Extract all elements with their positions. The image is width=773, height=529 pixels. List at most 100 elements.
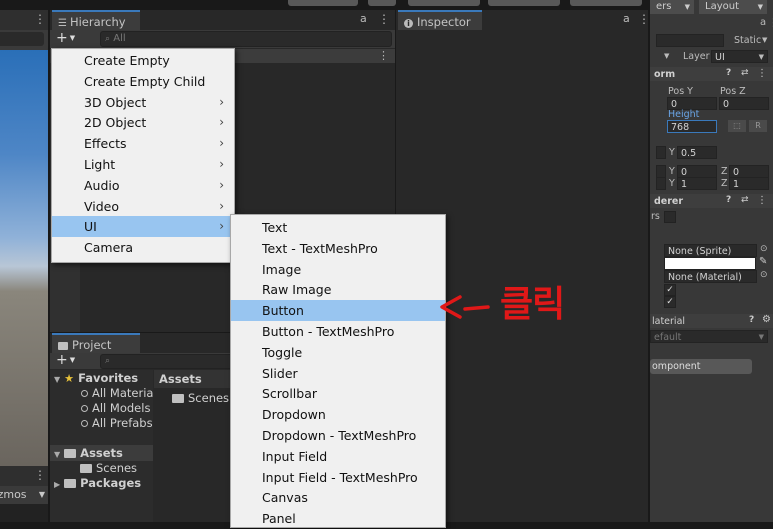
toolbar-account-button[interactable] [408,0,480,6]
scene-row-more-icon[interactable]: ⋮ [378,49,389,62]
scene-search-field[interactable] [0,32,44,46]
layout-dropdown[interactable]: Layout ▼ [699,0,767,14]
name-field[interactable] [656,34,724,47]
project-add-button[interactable]: + ▼ [56,352,75,368]
favorites-all-models[interactable]: All Models [81,401,150,416]
context-menu-item[interactable]: Create Empty [52,50,234,71]
ui-submenu-item[interactable]: Button - TextMeshPro [231,321,445,342]
tab-inspector[interactable]: i Inspector [398,10,482,30]
scenes-grid-item[interactable]: Scenes [172,391,229,406]
pivot-x-field[interactable] [656,146,666,159]
context-menu-item[interactable]: UI › [52,216,234,238]
favorites-all-materials[interactable]: All Materia [81,386,153,401]
scene-viewport[interactable] [0,50,48,466]
ui-submenu-item[interactable]: Raw Image [231,279,445,300]
hierarchy-search-field[interactable]: ⌕ All [100,31,392,47]
add-component-button[interactable]: omponent [650,359,752,374]
rot-y-label: Y [669,166,675,177]
height-field[interactable]: 768 [667,120,717,133]
tab-project[interactable]: Project [52,333,140,353]
inspector-lock-icon[interactable]: a [623,12,630,25]
pos-z-field[interactable]: 0 [719,97,769,110]
help-icon[interactable]: ? [726,68,731,78]
layer-dropdown[interactable]: UI ▼ [711,50,768,63]
scene-more-icon[interactable]: ⋮ [34,12,46,26]
ui-submenu-item[interactable]: Input Field - TextMeshPro [231,467,445,488]
tag-chevron-down-icon[interactable]: ▼ [664,52,669,60]
component-more-icon[interactable]: ⋮ [757,68,767,79]
renderer-settings-icon[interactable]: ⇄ [741,195,749,205]
hierarchy-lock-icon[interactable]: a [360,12,367,25]
color-swatch[interactable] [664,257,756,270]
blueprint-button[interactable]: ⬚ [728,120,746,132]
ui-submenu-item[interactable]: Slider [231,363,445,384]
scale-x-field[interactable] [656,177,666,190]
sprite-picker-icon[interactable]: ⊙ [760,244,768,254]
toolbar-layout-button[interactable] [570,0,642,6]
pivot-y-field[interactable]: 0.5 [677,146,717,159]
gizmos-dropdown[interactable]: Gizmos ▼ [0,486,48,504]
context-menu-item[interactable]: Audio › [52,175,234,196]
context-menu-item-label: Audio [84,177,120,193]
ui-submenu-item[interactable]: Input Field [231,446,445,467]
scenes-grid-label: Scenes [188,391,230,405]
renderer-help-icon[interactable]: ? [726,195,731,205]
static-chevron-down-icon[interactable]: ▼ [762,36,767,44]
ui-submenu-item[interactable]: Dropdown [231,404,445,425]
context-menu-item[interactable]: Create Empty Child [52,71,234,92]
ui-submenu-item[interactable]: Scrollbar [231,383,445,404]
shader-dropdown[interactable]: efault ▼ [650,330,768,343]
folder-icon [172,394,184,403]
hierarchy-more-icon[interactable]: ⋮ [378,12,390,26]
renderer-header: derer [654,196,684,207]
right-lock-icon[interactable]: a [760,17,766,28]
favorites-all-prefabs[interactable]: All Prefabs [81,416,153,431]
material-gear-icon[interactable]: ⚙ [762,314,771,325]
toolbar-layers-button[interactable] [488,0,560,6]
scenes-folder-item[interactable]: Scenes [80,461,137,476]
sprite-field[interactable]: None (Sprite) [664,244,757,257]
eyedropper-icon[interactable]: ✎ [759,256,767,267]
tab-hierarchy[interactable]: ☰ Hierarchy [52,10,140,30]
cull-checkbox[interactable] [664,211,676,223]
ui-submenu-item[interactable]: Toggle [231,342,445,363]
context-menu-item[interactable]: Video › [52,196,234,217]
settings-sliders-icon[interactable]: ⇄ [741,68,749,78]
folder-icon [64,479,77,488]
scale-z-field[interactable]: 1 [729,177,769,190]
raw-edit-button[interactable]: R [749,120,767,132]
material-help-icon[interactable]: ? [749,315,754,325]
favorites-item[interactable]: ▼ ★ Favorites [54,371,138,386]
layers-dropdown[interactable]: ers ▼ [650,0,694,14]
toolbar-collab-button[interactable] [288,0,358,6]
context-menu-item[interactable]: Light › [52,154,234,175]
scale-y-field[interactable]: 1 [677,177,717,190]
toolbar-cloud-button[interactable] [368,0,396,6]
ui-submenu-item[interactable]: Button [231,300,445,322]
search-icon [81,390,88,397]
game-more-icon[interactable]: ⋮ [34,468,46,482]
ui-submenu-item[interactable]: Dropdown - TextMeshPro [231,425,445,446]
ui-submenu-item[interactable]: Panel [231,508,445,529]
hierarchy-add-button[interactable]: + ▼ [56,30,75,47]
context-menu-item[interactable]: 3D Object › [52,92,234,113]
context-menu-item[interactable]: Camera [52,237,234,258]
packages-folder-item[interactable]: ▶ Packages [54,476,141,491]
maskable-checkbox[interactable]: ✓ [664,296,676,308]
ui-submenu-item[interactable]: Canvas [231,487,445,508]
raycast-checkbox[interactable]: ✓ [664,284,676,296]
ui-submenu-item[interactable]: Text [231,217,445,238]
material-field[interactable]: None (Material) [664,270,757,283]
context-menu-item[interactable]: 2D Object › [52,112,234,133]
assets-breadcrumb[interactable]: Assets [159,372,202,387]
context-menu-item[interactable]: Effects › [52,133,234,154]
ui-submenu-item-label: Text - TextMeshPro [262,240,378,256]
renderer-more-icon[interactable]: ⋮ [757,195,767,206]
assets-folder-item[interactable]: ▼ Assets [54,446,123,461]
expand-arrow-icon: ▶ [54,480,61,489]
right-more-icon[interactable]: ⋮ [768,16,773,29]
inspector-more-icon[interactable]: ⋮ [638,12,650,26]
ui-submenu-item[interactable]: Text - TextMeshPro [231,238,445,259]
material-picker-icon[interactable]: ⊙ [760,270,768,280]
ui-submenu-item[interactable]: Image [231,259,445,280]
